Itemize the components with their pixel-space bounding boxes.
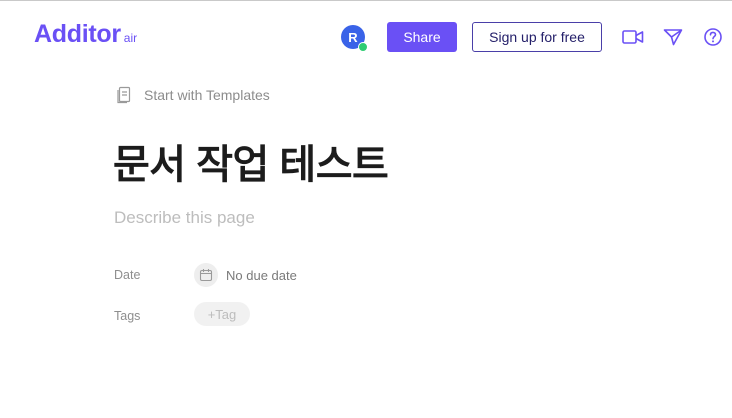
- page-description-input[interactable]: Describe this page: [114, 208, 255, 228]
- tags-property-label: Tags: [114, 309, 141, 323]
- add-tag-button[interactable]: +Tag: [194, 302, 250, 326]
- calendar-icon[interactable]: [194, 263, 218, 287]
- top-header: Additor air R Share Sign up for free: [0, 0, 732, 74]
- page-title[interactable]: 문서 작업 테스트: [113, 132, 389, 190]
- video-icon[interactable]: [621, 26, 645, 48]
- due-date-value[interactable]: No due date: [226, 268, 297, 283]
- help-icon[interactable]: [701, 26, 725, 48]
- app-logo[interactable]: Additor air: [34, 20, 137, 49]
- signup-button[interactable]: Sign up for free: [472, 22, 602, 52]
- templates-label: Start with Templates: [144, 87, 270, 103]
- start-with-templates-link[interactable]: Start with Templates: [116, 86, 270, 104]
- date-property-label: Date: [114, 268, 141, 282]
- send-icon[interactable]: [661, 26, 685, 48]
- logo-sub-text: air: [123, 31, 138, 45]
- avatar-initial: R: [348, 29, 358, 45]
- logo-main-text: Additor: [34, 20, 121, 48]
- share-button[interactable]: Share: [387, 22, 457, 52]
- online-status-dot: [358, 42, 368, 52]
- template-icon: [116, 86, 132, 104]
